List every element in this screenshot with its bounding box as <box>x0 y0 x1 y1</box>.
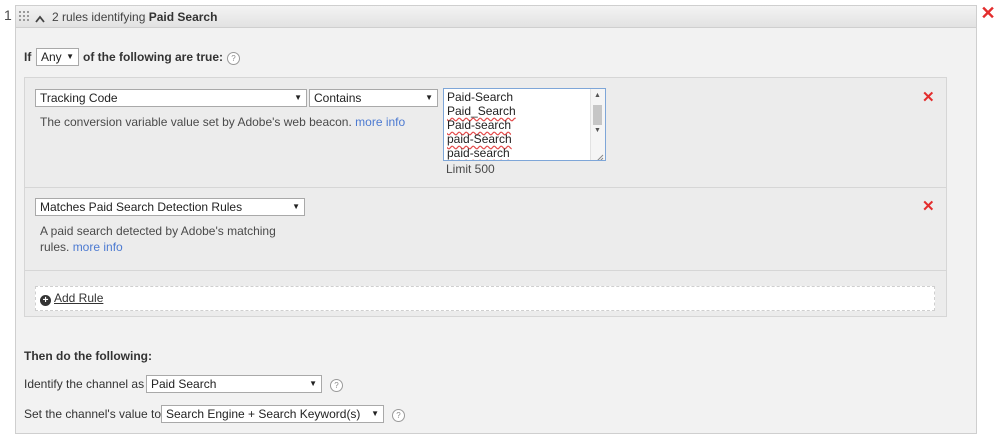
rule-description-line2: rules. more info <box>40 239 276 255</box>
dropdown-arrow-icon: ▼ <box>66 52 74 61</box>
rules-container: Tracking Code ▼ Contains ▼ Paid-Search P… <box>24 77 947 317</box>
channel-value-select-value: Search Engine + Search Keyword(s) <box>166 407 361 421</box>
channel-value-label: Set the channel's value to <box>24 407 162 421</box>
rule-value-line: paid-Search <box>447 132 512 146</box>
rule-field-value: Tracking Code <box>40 91 118 105</box>
textarea-scrollbar[interactable]: ▲ ▼ <box>590 89 605 160</box>
row-number: 1 <box>4 7 12 23</box>
grip-icon[interactable] <box>19 11 31 21</box>
question-icon[interactable]: ? <box>330 379 343 392</box>
add-rule-button[interactable]: + Add Rule <box>40 291 103 306</box>
rule-item: Tracking Code ▼ Contains ▼ Paid-Search P… <box>25 78 946 188</box>
rule-field-value: Matches Paid Search Detection Rules <box>40 200 243 214</box>
delete-ruleset-close-icon[interactable]: ✕ <box>980 4 996 22</box>
ruleset-header: 2 rules identifying Paid Search <box>16 6 976 28</box>
channel-select-value: Paid Search <box>151 377 217 391</box>
question-icon[interactable]: ? <box>392 409 405 422</box>
rule-description-text: The conversion variable value set by Ado… <box>40 115 352 129</box>
add-rule-label: Add Rule <box>54 291 104 305</box>
value-limit-text: Limit 500 <box>446 162 495 176</box>
rule-operator-select[interactable]: Contains ▼ <box>309 89 438 107</box>
dropdown-arrow-icon: ▼ <box>292 202 300 211</box>
more-info-link[interactable]: more info <box>73 240 123 254</box>
channel-select[interactable]: Paid Search ▼ <box>146 375 322 393</box>
dropdown-arrow-icon: ▼ <box>309 379 317 388</box>
dropdown-arrow-icon: ▼ <box>425 93 433 102</box>
ruleset-panel: 2 rules identifying Paid Search If Any ▼… <box>15 5 977 434</box>
chevron-up-icon[interactable] <box>35 12 45 23</box>
more-info-link[interactable]: more info <box>355 115 405 129</box>
rule-field-select[interactable]: Matches Paid Search Detection Rules ▼ <box>35 198 305 216</box>
dropdown-arrow-icon: ▼ <box>371 409 379 418</box>
ruleset-title: 2 rules identifying Paid Search <box>52 10 217 24</box>
ruleset-title-prefix: 2 rules identifying <box>52 10 146 24</box>
plus-circle-icon: + <box>40 295 51 306</box>
channel-value-select[interactable]: Search Engine + Search Keyword(s) ▼ <box>161 405 384 423</box>
scrollbar-thumb[interactable] <box>593 105 602 125</box>
resize-handle-icon[interactable] <box>596 151 604 160</box>
delete-rule-close-icon[interactable]: ✕ <box>922 88 935 106</box>
rule-description-line: A paid search detected by Adobe's matchi… <box>40 224 276 238</box>
rule-value-line: Paid_Search <box>447 104 516 118</box>
identify-channel-label: Identify the channel as <box>24 377 145 391</box>
condition-suffix: of the following are true: <box>83 50 223 64</box>
rule-value-line: paid-search <box>447 146 510 160</box>
if-label: If <box>24 50 32 64</box>
rule-operator-value: Contains <box>314 91 362 105</box>
rule-description: A paid search detected by Adobe's matchi… <box>40 223 276 255</box>
match-mode-value: Any <box>41 50 62 64</box>
scroll-down-icon[interactable]: ▼ <box>594 127 601 134</box>
rule-description: The conversion variable value set by Ado… <box>40 114 405 130</box>
dropdown-arrow-icon: ▼ <box>294 93 302 102</box>
rule-description-text: rules. <box>40 240 70 254</box>
ruleset-channel-name: Paid Search <box>148 10 218 24</box>
rule-values-textarea[interactable]: Paid-Search Paid_Search Paid-search paid… <box>443 88 606 161</box>
then-section-title: Then do the following: <box>24 349 152 363</box>
rule-value-line: Paid-Search <box>447 90 514 104</box>
scroll-up-icon[interactable]: ▲ <box>594 92 601 99</box>
question-icon[interactable]: ? <box>227 52 240 65</box>
rule-field-select[interactable]: Tracking Code ▼ <box>35 89 307 107</box>
rule-value-line: Paid-search <box>447 118 512 132</box>
add-rule-area: + Add Rule <box>35 286 935 311</box>
delete-rule-close-icon[interactable]: ✕ <box>922 197 935 215</box>
rule-item: Matches Paid Search Detection Rules ▼ A … <box>25 187 946 271</box>
match-mode-select[interactable]: Any ▼ <box>36 48 79 66</box>
